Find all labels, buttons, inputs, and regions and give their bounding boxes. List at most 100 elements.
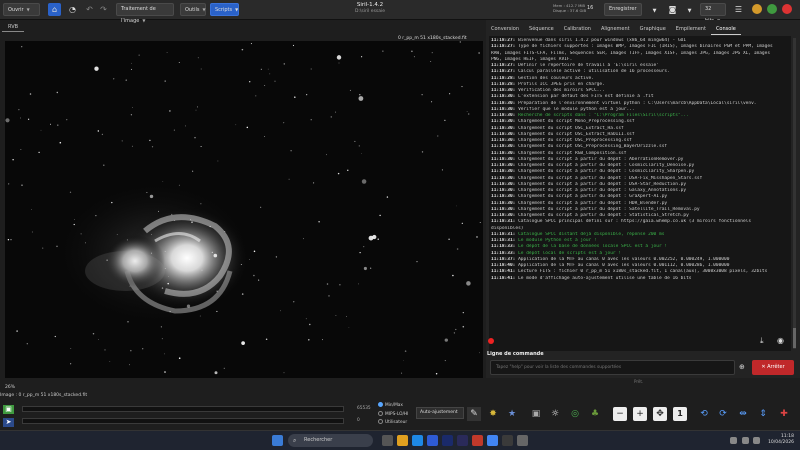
star-point <box>372 234 377 240</box>
color-picker-icon[interactable]: ✎ <box>467 407 481 421</box>
lightroom-icon[interactable] <box>457 435 468 446</box>
clock-icon: ◔ <box>69 5 76 14</box>
app-icon[interactable] <box>472 435 483 446</box>
eye-icon[interactable]: ◉ <box>777 336 784 345</box>
star-point <box>308 339 310 341</box>
task-view-icon[interactable] <box>382 435 393 446</box>
help-icon[interactable]: ⊕ <box>739 363 745 371</box>
stop-button[interactable]: ✕ Arrêter <box>752 360 794 375</box>
console-log[interactable]: 11:18:27: Bienvenue dans siril 1.4.2 pou… <box>489 36 791 351</box>
console-timestamp: 11:18:27: <box>491 44 516 50</box>
tab-conversion[interactable]: Conversion <box>486 23 524 35</box>
console-scroll-thumb[interactable] <box>793 328 796 348</box>
image-canvas[interactable] <box>5 41 483 378</box>
undo-button[interactable]: ↶ <box>83 3 96 16</box>
tab-rgb[interactable]: RVB <box>2 22 25 32</box>
star-point <box>29 93 32 95</box>
console-scrollbar[interactable] <box>793 38 796 349</box>
low-value[interactable]: 0 <box>357 418 360 423</box>
image-info-icon[interactable]: ▣ <box>3 405 14 414</box>
history-button[interactable]: ◔ <box>66 3 79 16</box>
tab-alignement[interactable]: Alignement <box>596 23 635 35</box>
chevron-down-icon: ▼ <box>26 7 30 12</box>
star-point <box>130 349 132 352</box>
console-message: Chargement du script à partir du dépôt :… <box>515 188 687 193</box>
taskbar-search-label: Rechercher <box>304 437 333 443</box>
high-value[interactable]: 65535 <box>357 406 371 411</box>
rotate-left-icon[interactable]: ⟲ <box>697 407 711 421</box>
tree-icon[interactable]: ♣ <box>588 407 602 421</box>
record-icon[interactable] <box>488 338 494 344</box>
tools-menu[interactable]: Outils ▼ <box>180 3 206 16</box>
redo-button[interactable]: ↷ <box>97 3 110 16</box>
radio-minmax[interactable]: Min/Max <box>378 402 403 408</box>
target-icon[interactable]: ◎ <box>568 407 582 421</box>
bit-depth-select[interactable]: 32 bits▼ <box>700 3 726 24</box>
mirror-y-icon[interactable]: ⇕ <box>756 407 770 421</box>
snapshot-button[interactable]: ◙ <box>666 3 679 16</box>
open-button[interactable]: Ouvrir ▼ <box>3 3 40 16</box>
star-point <box>478 52 480 54</box>
tab-s-quence[interactable]: Séquence <box>524 23 559 35</box>
low-value-slider[interactable] <box>22 418 344 424</box>
zoom-out-icon[interactable]: − <box>613 407 627 421</box>
taskbar-search[interactable]: ⌕ Rechercher <box>288 434 373 447</box>
command-input[interactable]: Tapez "help" pour voir la liste des comm… <box>490 360 735 375</box>
chrome-icon[interactable] <box>487 435 498 446</box>
photoshop-icon[interactable] <box>442 435 453 446</box>
star-point <box>283 122 285 124</box>
minimize-button[interactable] <box>752 4 762 14</box>
store-icon[interactable] <box>427 435 438 446</box>
windows-start-icon[interactable] <box>272 435 283 446</box>
star-point <box>305 318 307 320</box>
brightness-icon[interactable]: ☼ <box>548 407 562 421</box>
star-point <box>303 238 304 240</box>
console-timestamp: 11:18:27: <box>491 63 516 68</box>
zoom-in-icon[interactable]: + <box>633 407 647 421</box>
zoom-fit-icon[interactable]: ✥ <box>653 407 667 421</box>
volume-icon[interactable] <box>742 437 749 444</box>
radio-user[interactable]: Utilisateur <box>378 419 407 425</box>
home-button[interactable]: ⌂ <box>48 3 61 16</box>
battery-icon[interactable] <box>753 437 760 444</box>
star-point <box>403 360 404 361</box>
save-button[interactable]: Enregistrer <box>604 3 642 16</box>
tab-empilement[interactable]: Empilement <box>671 23 711 35</box>
siril-taskbar-icon[interactable] <box>502 435 513 446</box>
maximize-button[interactable] <box>767 4 777 14</box>
snapshot-menu-button[interactable]: ▼ <box>683 3 696 16</box>
star-point <box>129 285 131 287</box>
taskbar-clock[interactable]: 11:18 10/04/2026 <box>764 434 794 446</box>
zoom-one-icon[interactable]: 1 <box>673 407 687 421</box>
save-as-button[interactable]: ▼ <box>648 3 661 16</box>
sparkle-icon[interactable]: ✸ <box>486 407 500 421</box>
rotate-right-icon[interactable]: ⟳ <box>716 407 730 421</box>
close-button[interactable] <box>782 4 792 14</box>
star-icon[interactable]: ★ <box>505 407 519 421</box>
frame-icon[interactable]: ▣ <box>529 407 543 421</box>
tab-graphique[interactable]: Graphique <box>635 23 671 35</box>
cursor-icon[interactable]: ➤ <box>3 418 14 427</box>
explorer-icon[interactable] <box>397 435 408 446</box>
star-point <box>213 253 218 258</box>
edge-icon[interactable] <box>412 435 423 446</box>
high-value-slider[interactable] <box>22 406 344 412</box>
home-icon: ⌂ <box>51 5 58 14</box>
console-message: Catalogue SPCC principal défini sur : ht… <box>515 219 752 225</box>
mirror-x-icon[interactable]: ⇹ <box>736 407 750 421</box>
stretch-mode-select[interactable]: Auto-ajustement <box>416 407 464 419</box>
radio-mipsl[interactable]: MIPS-LO/HI <box>378 411 408 417</box>
main-menu-button[interactable]: ☰ <box>732 3 745 16</box>
tab-console[interactable]: Console <box>710 23 741 35</box>
annotation-icon[interactable]: ✚ <box>777 407 791 421</box>
cpu-count[interactable]: 16 <box>587 5 593 11</box>
image-processing-menu[interactable]: Traitement de l'image ▼ <box>116 3 174 24</box>
star-point <box>217 160 219 162</box>
star-point <box>146 191 148 194</box>
network-icon[interactable] <box>730 437 737 444</box>
scripts-menu[interactable]: Scripts ▼ <box>210 3 239 16</box>
terminal-icon[interactable] <box>517 435 528 446</box>
console-message: disponibles) <box>491 225 524 231</box>
tab-calibration[interactable]: Calibration <box>559 23 596 35</box>
download-icon[interactable]: ⤓ <box>760 336 764 346</box>
